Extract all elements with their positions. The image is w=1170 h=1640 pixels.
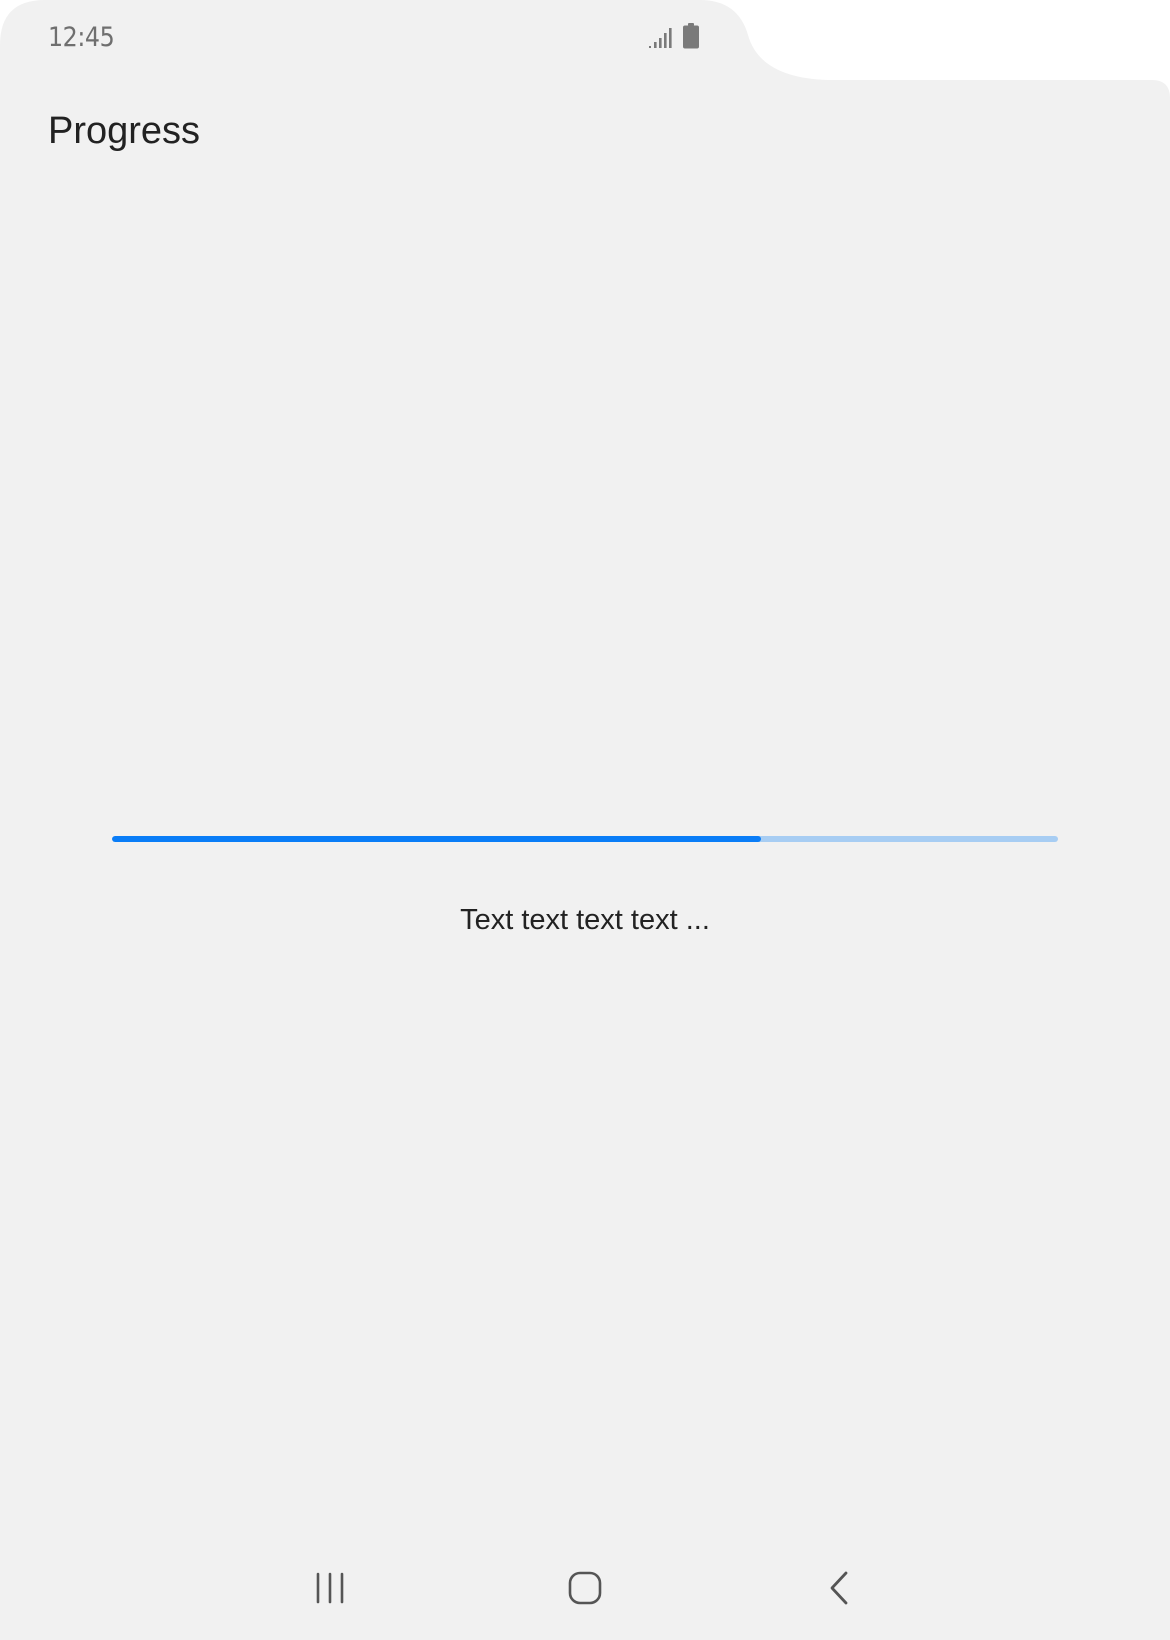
progress-text: Text text text text ... (460, 904, 710, 936)
device-frame: 12:45 Progress Text text text text ... (0, 0, 1170, 1640)
progress-fill (112, 836, 761, 842)
screen-background (0, 0, 1170, 1640)
battery-icon (682, 23, 700, 54)
signal-icon (648, 25, 674, 54)
progress-bar (112, 836, 1058, 842)
back-button[interactable] (810, 1560, 870, 1620)
status-time: 12:45 (48, 22, 115, 53)
home-button[interactable] (555, 1560, 615, 1620)
recent-apps-button[interactable] (300, 1560, 360, 1620)
status-icons (648, 23, 700, 54)
back-icon (828, 1570, 852, 1611)
recent-apps-icon (313, 1571, 347, 1610)
navigation-bar (0, 1560, 1170, 1620)
home-icon (567, 1570, 603, 1611)
page-title: Progress (48, 110, 201, 152)
